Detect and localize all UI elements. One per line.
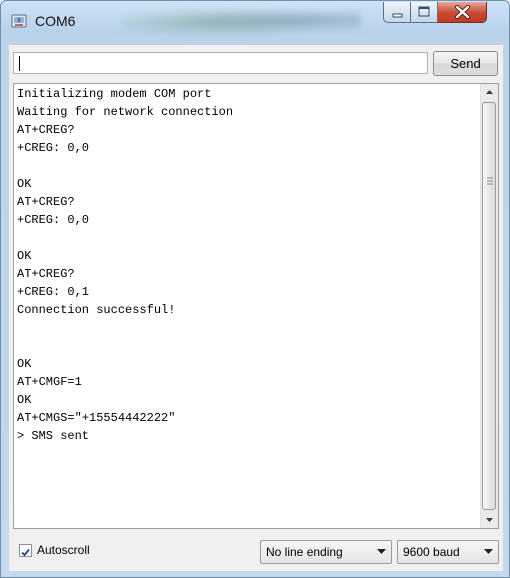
serial-line: AT+CREG? — [17, 195, 75, 209]
line-ending-dropdown[interactable]: No line ending — [260, 540, 392, 564]
close-button[interactable] — [438, 2, 487, 23]
scrollbar-grip-icon — [487, 177, 493, 185]
serial-output-area[interactable]: Initializing modem COM port Waiting for n… — [13, 83, 499, 529]
footer-bar: Autoscroll No line ending 9600 baud — [9, 535, 503, 569]
serial-line: +CREG: 0,0 — [17, 213, 90, 227]
serial-line: Initializing modem COM port — [17, 87, 212, 101]
text-caret — [19, 56, 20, 71]
serial-monitor-window: COM6 Send Initializing modem COM port Wai… — [0, 0, 510, 578]
serial-line — [17, 157, 233, 175]
scroll-down-arrow-icon[interactable] — [481, 511, 498, 528]
send-button[interactable]: Send — [433, 51, 498, 76]
serial-line: > SMS sent — [17, 429, 90, 443]
chevron-down-icon — [377, 549, 386, 554]
serial-line: OK — [17, 177, 32, 191]
maximize-button[interactable] — [411, 2, 438, 23]
serial-line: AT+CREG? — [17, 123, 75, 137]
baud-rate-value: 9600 baud — [403, 545, 460, 559]
minimize-button[interactable] — [383, 2, 411, 23]
serial-line — [17, 337, 233, 355]
scrollbar-thumb[interactable] — [482, 102, 496, 510]
title-bar-background — [121, 5, 361, 35]
send-input[interactable] — [13, 52, 428, 74]
serial-line: OK — [17, 249, 32, 263]
window-title: COM6 — [35, 13, 76, 29]
autoscroll-checkbox[interactable] — [19, 544, 32, 557]
serial-line: +CREG: 0,1 — [17, 285, 90, 299]
serial-monitor-icon — [11, 13, 27, 29]
maximize-icon — [418, 6, 430, 17]
serial-line: AT+CMGS="+15554442222" — [17, 411, 176, 425]
client-area: Send Initializing modem COM port Waiting … — [9, 45, 503, 571]
serial-line: OK — [17, 393, 32, 407]
autoscroll-label: Autoscroll — [37, 543, 90, 557]
serial-line: AT+CREG? — [17, 267, 75, 281]
serial-line — [17, 229, 233, 247]
chevron-down-icon — [484, 549, 493, 554]
serial-output-lines: Initializing modem COM port Waiting for n… — [17, 85, 233, 445]
minimize-icon — [392, 13, 403, 18]
checkmark-icon — [21, 548, 30, 557]
line-ending-value: No line ending — [266, 545, 343, 559]
serial-line: AT+CMGF=1 — [17, 375, 82, 389]
baud-rate-dropdown[interactable]: 9600 baud — [397, 540, 499, 564]
serial-line: OK — [17, 357, 32, 371]
serial-line: +CREG: 0,0 — [17, 141, 90, 155]
serial-line: Connection successful! — [17, 303, 176, 317]
vertical-scrollbar[interactable] — [480, 84, 498, 528]
scroll-up-arrow-icon[interactable] — [481, 84, 498, 101]
serial-line: Waiting for network connection — [17, 105, 234, 119]
serial-line — [17, 319, 233, 337]
close-icon — [455, 5, 470, 19]
title-bar[interactable]: COM6 — [1, 1, 509, 39]
